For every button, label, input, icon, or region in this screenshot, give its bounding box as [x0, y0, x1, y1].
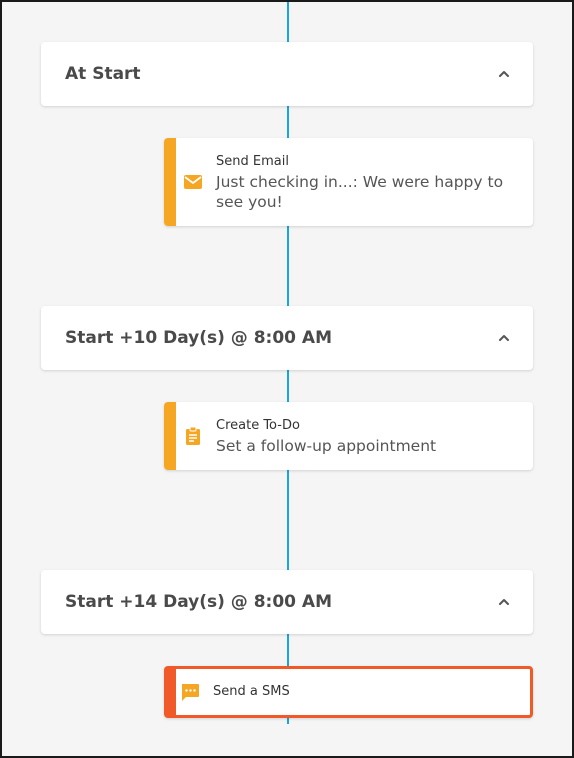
- sms-icon: [182, 684, 199, 701]
- step-title: Start +14 Day(s) @ 8:00 AM: [65, 592, 333, 612]
- step-header-start-10-days[interactable]: Start +10 Day(s) @ 8:00 AM: [41, 306, 533, 370]
- step-title: Start +10 Day(s) @ 8:00 AM: [65, 328, 333, 348]
- action-type: Send Email: [216, 154, 289, 169]
- action-type: Create To-Do: [216, 418, 300, 433]
- action-description: Set a follow-up appointment: [216, 437, 437, 455]
- step-title: At Start: [65, 64, 141, 84]
- chevron-up-icon[interactable]: [497, 67, 511, 81]
- action-accent-bar: [164, 138, 176, 226]
- chevron-up-icon[interactable]: [497, 331, 511, 345]
- email-icon: [184, 175, 202, 189]
- clipboard-icon: [186, 426, 200, 445]
- action-card-create-todo[interactable]: Create To-Do Set a follow-up appointment: [164, 402, 533, 470]
- action-accent-bar: [164, 402, 176, 470]
- step-header-at-start[interactable]: At Start: [41, 42, 533, 106]
- workflow-timeline: At Start Send Email Just checking in...:…: [0, 0, 574, 758]
- action-description: Just checking in...: We were happy to se…: [216, 173, 504, 211]
- step-header-start-14-days[interactable]: Start +14 Day(s) @ 8:00 AM: [41, 570, 533, 634]
- action-card-send-email[interactable]: Send Email Just checking in...: We were …: [164, 138, 533, 226]
- action-type: Send a SMS: [213, 684, 290, 699]
- action-card-send-sms[interactable]: Send a SMS: [164, 666, 533, 718]
- chevron-up-icon[interactable]: [497, 595, 511, 609]
